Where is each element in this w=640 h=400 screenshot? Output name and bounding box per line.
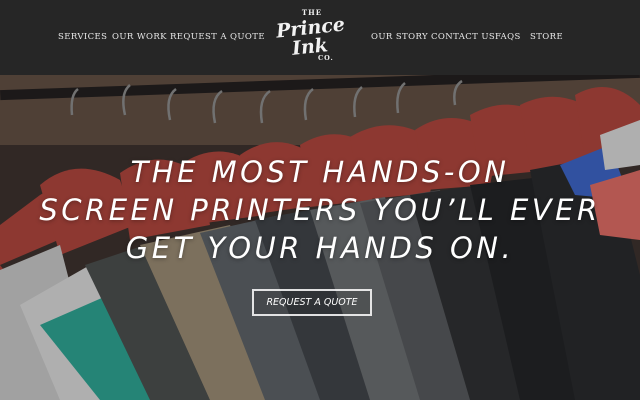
- nav-link-services[interactable]: SERVICES: [58, 32, 107, 42]
- hero-headline: THE MOST HANDS-ON SCREEN PRINTERS YOU’LL…: [0, 153, 640, 267]
- page: SERVICES OUR WORK REQUEST A QUOTE THE Pr…: [0, 0, 640, 400]
- request-a-quote-button[interactable]: REQUEST A QUOTE: [252, 289, 372, 316]
- headline-line-3: GET YOUR HANDS ON.: [125, 231, 515, 265]
- headline-line-1: THE MOST HANDS-ON: [130, 155, 510, 189]
- hero-section: THE MOST HANDS-ON SCREEN PRINTERS YOU’LL…: [0, 75, 640, 400]
- nav-link-store[interactable]: STORE: [530, 32, 563, 42]
- nav-link-our-story[interactable]: OUR STORY: [371, 32, 428, 42]
- nav-link-contact-us[interactable]: CONTACT US: [431, 32, 495, 42]
- nav-link-request-a-quote[interactable]: REQUEST A QUOTE: [170, 32, 265, 42]
- nav-link-our-work[interactable]: OUR WORK: [112, 32, 167, 42]
- logo[interactable]: THE Prince Ink CO.: [272, 6, 352, 66]
- headline-line-2: SCREEN PRINTERS YOU’LL EVER: [39, 193, 601, 227]
- nav-link-faqs[interactable]: FAQS: [495, 32, 521, 42]
- logo-co-text: CO.: [318, 54, 334, 62]
- top-navigation-bar: SERVICES OUR WORK REQUEST A QUOTE THE Pr…: [0, 0, 640, 75]
